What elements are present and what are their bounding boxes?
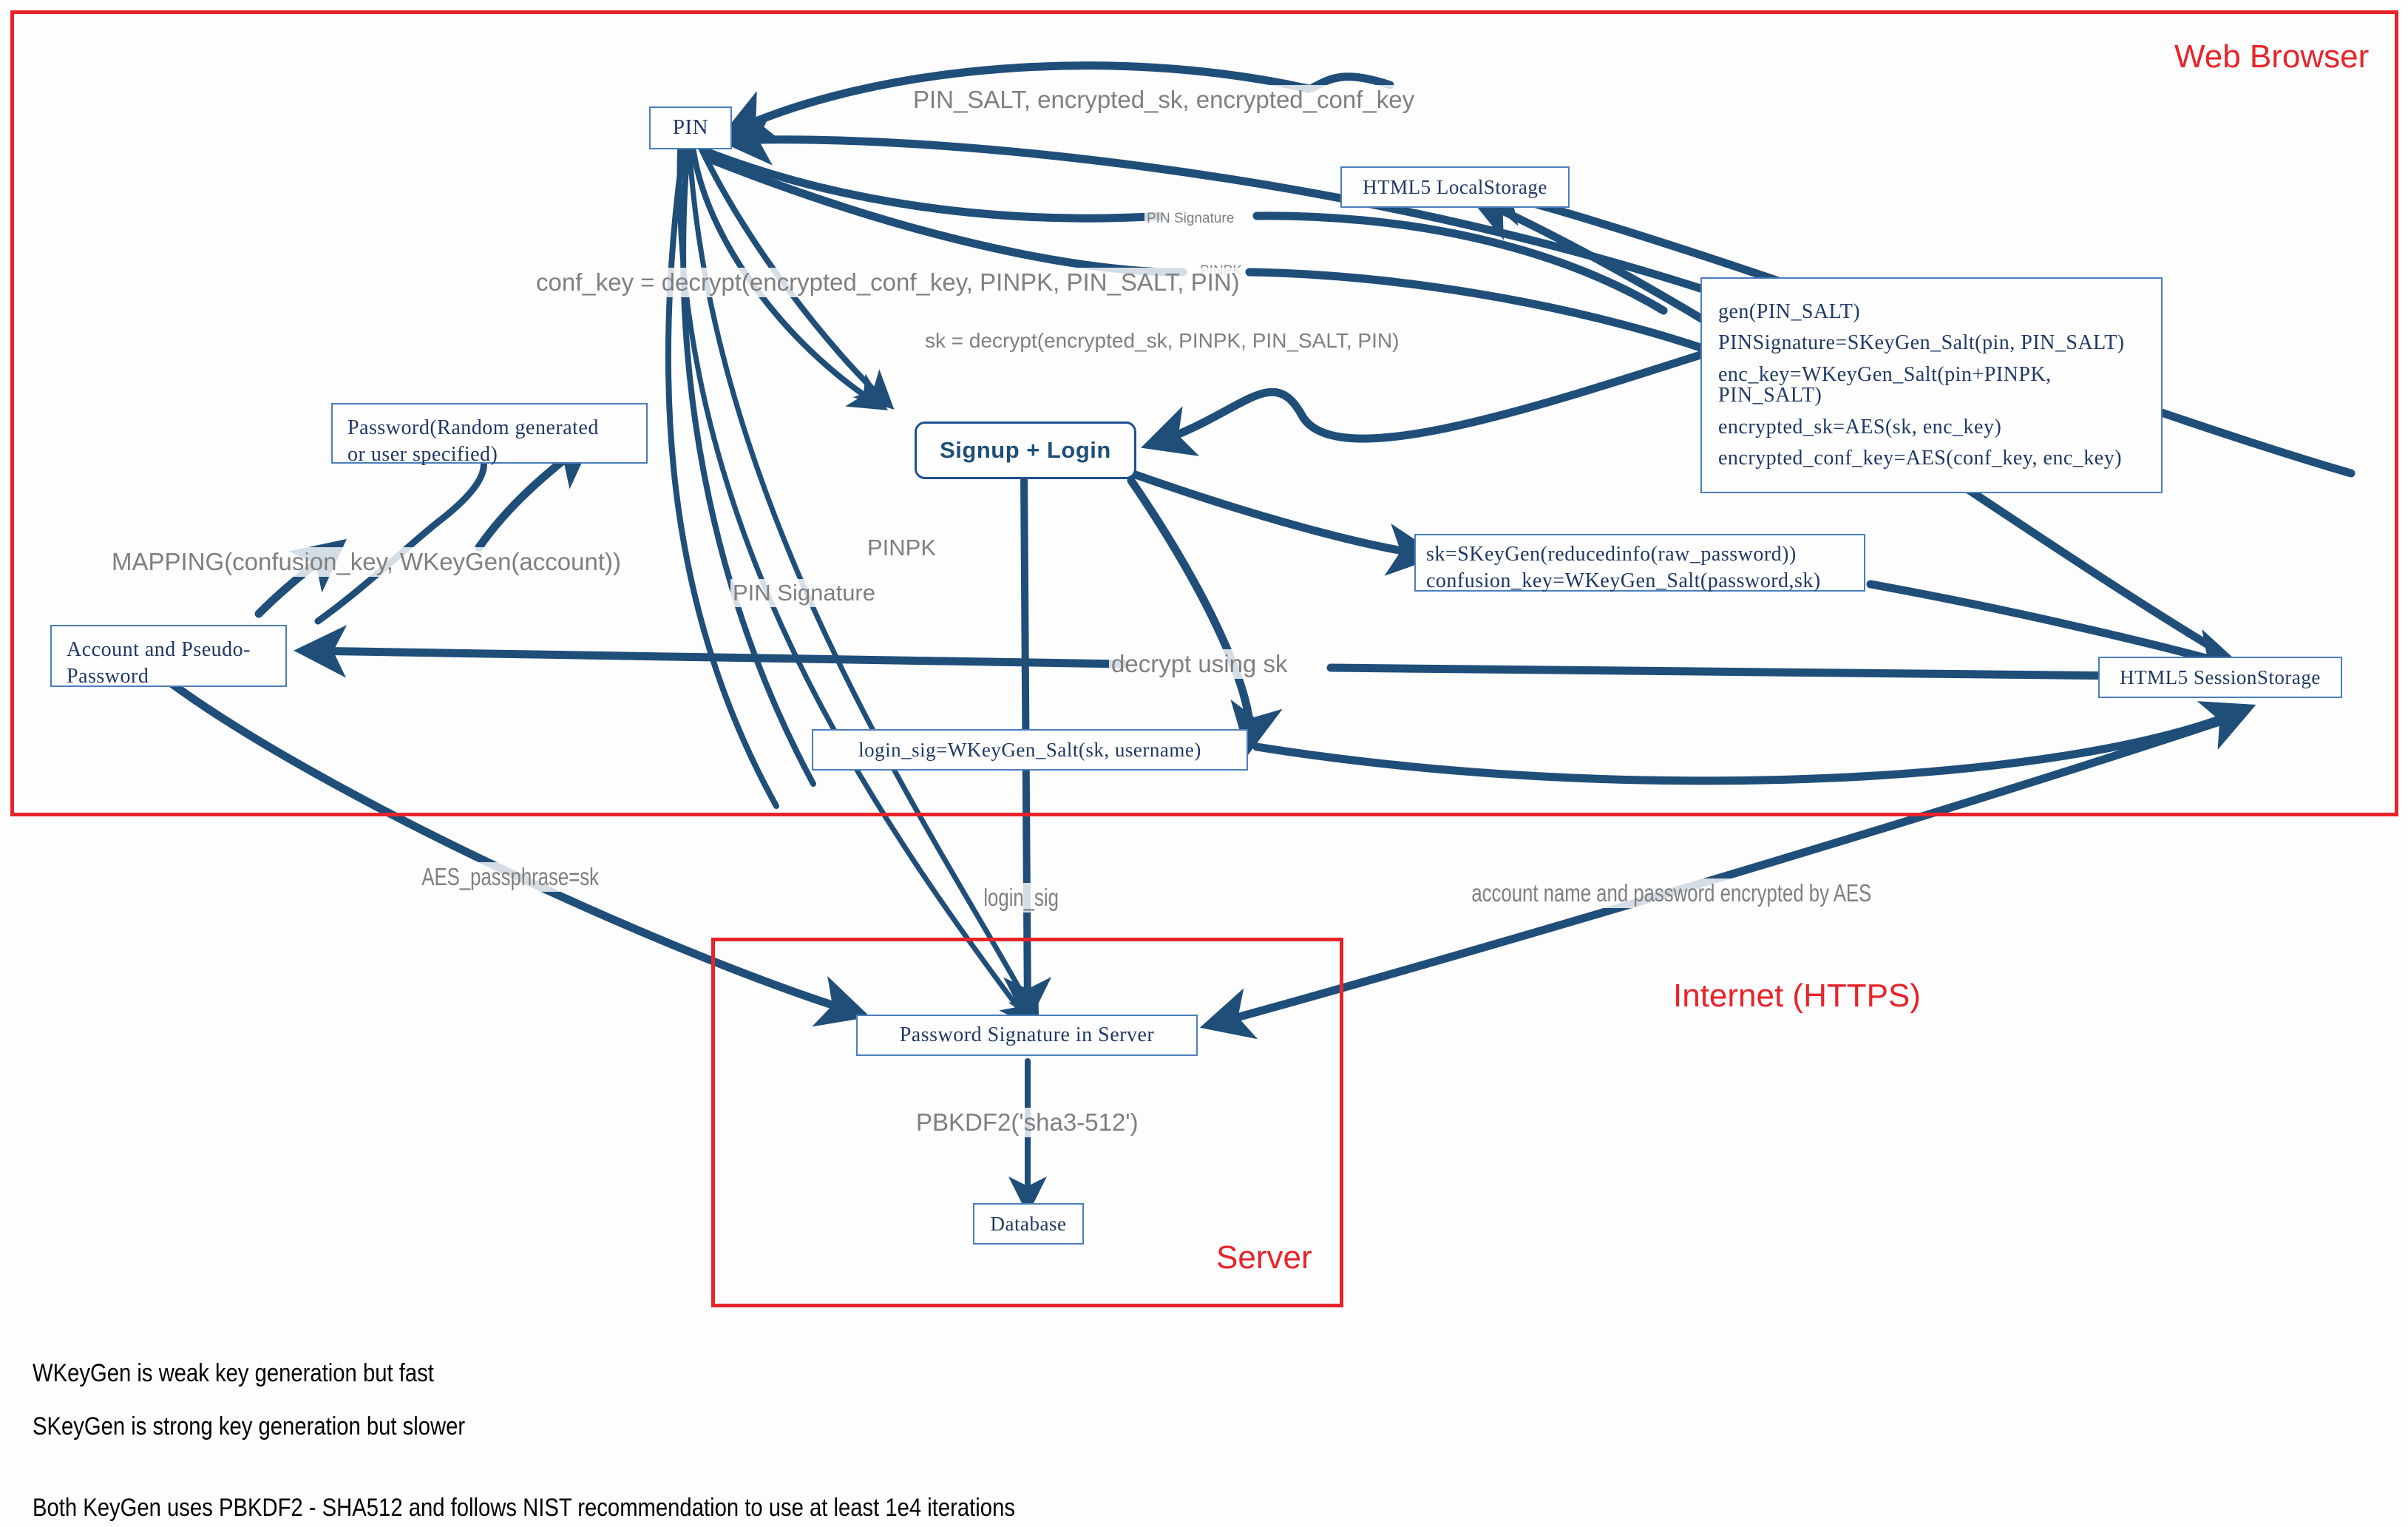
edge-label-mapping: MAPPING(confusion_key, WKeyGen(account)) — [109, 547, 623, 577]
node-password[interactable]: Password(Random generated or user specif… — [331, 403, 648, 466]
node-account-line1: Account and Pseudo- — [67, 638, 251, 661]
edge-label-pin-salt-bundle: PIN_SALT, encrypted_sk, encrypted_conf_k… — [911, 85, 1417, 115]
edge-label-pbkdf2: PBKDF2('sha3-512') — [914, 1108, 1141, 1137]
edge-label-account-encrypted: account name and password encrypted by A… — [1470, 878, 1873, 908]
edge-label-pin-signature: PIN Signature — [730, 579, 878, 607]
edge-label-aes-passphrase: AES_passphrase=sk — [420, 862, 601, 892]
edge-label-conf-key-decrypt: conf_key = decrypt(encrypted_conf_key, P… — [534, 268, 1242, 297]
edge-label-login-sig: login_sig — [982, 883, 1061, 913]
diagram-canvas: Web Browser Server Internet (HTTPS) PIN … — [0, 0, 2408, 1527]
crypto-line-5: encrypted_conf_key=AES(conf_key, enc_key… — [1718, 447, 2123, 470]
note-wkeygen: WKeyGen is weak key generation but fast — [33, 1359, 434, 1387]
node-skeygen-line2: confusion_key=WKeyGen_Salt(password,sk) — [1426, 569, 1821, 592]
crypto-line-4: encrypted_sk=AES(sk, enc_key) — [1718, 415, 2002, 439]
node-session-storage[interactable]: HTML5 SessionStorage — [2098, 657, 2342, 698]
node-login-sig[interactable]: login_sig=WKeyGen_Salt(sk, username) — [812, 729, 1248, 771]
node-account-pseudo-password[interactable]: Account and Pseudo- Password — [50, 625, 287, 688]
node-database[interactable]: Database — [973, 1203, 1084, 1245]
node-pin[interactable]: PIN — [649, 106, 732, 149]
node-password-line1: Password(Random generated — [347, 416, 599, 439]
crypto-line-3: enc_key=WKeyGen_Salt(pin+PINPK, PIN_SALT… — [1718, 362, 2052, 407]
zone-label-web-browser: Web Browser — [2174, 38, 2370, 75]
crypto-line-1: gen(PIN_SALT) — [1718, 299, 1861, 323]
zone-label-server: Server — [1216, 1239, 1312, 1276]
node-password-signature-server[interactable]: Password Signature in Server — [856, 1015, 1198, 1056]
node-skeygen[interactable]: sk=SKeyGen(reducedinfo(raw_password)) co… — [1414, 534, 1865, 592]
note-skeygen: SKeyGen is strong key generation but slo… — [33, 1412, 466, 1440]
node-password-line2: or user specified) — [347, 442, 498, 466]
node-local-storage[interactable]: HTML5 LocalStorage — [1340, 166, 1570, 208]
note-pbkdf2-iterations: Both KeyGen uses PBKDF2 - SHA512 and fol… — [33, 1494, 1015, 1522]
crypto-line-2: PINSignature=SKeyGen_Salt(pin, PIN_SALT) — [1718, 331, 2125, 355]
node-account-line2: Password — [67, 664, 149, 688]
zone-label-internet: Internet (HTTPS) — [1673, 978, 1921, 1014]
edge-label-sk-decrypt: sk = decrypt(encrypted_sk, PINPK, PIN_SA… — [923, 328, 1402, 353]
edge-label-pin-signature-small: PIN Signature — [1144, 210, 1237, 228]
edge-label-decrypt-using-sk: decrypt using sk — [1109, 649, 1290, 679]
node-signup-login[interactable]: Signup + Login — [915, 421, 1136, 479]
node-crypto-operations[interactable]: gen(PIN_SALT) PINSignature=SKeyGen_Salt(… — [1700, 277, 2163, 493]
edge-label-pinpk: PINPK — [865, 534, 939, 562]
node-skeygen-line1: sk=SKeyGen(reducedinfo(raw_password)) — [1426, 543, 1797, 566]
